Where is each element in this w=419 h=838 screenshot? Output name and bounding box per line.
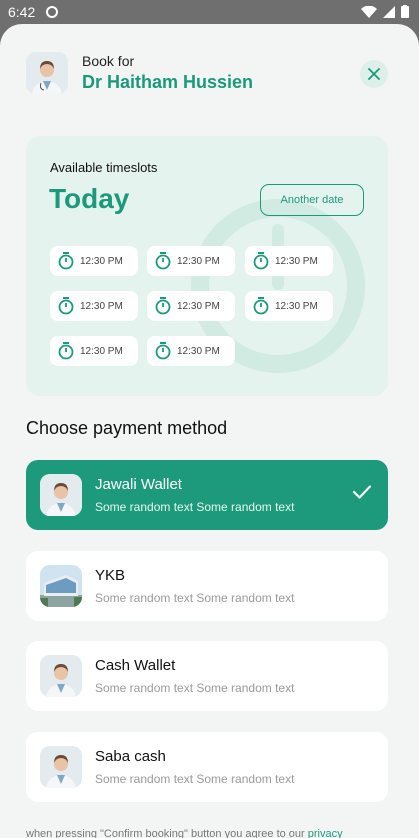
timer-icon bbox=[58, 342, 74, 360]
wifi-icon bbox=[361, 5, 377, 18]
close-button[interactable] bbox=[360, 60, 388, 88]
timeslot-label: 12:30 PM bbox=[80, 300, 123, 312]
payment-option-cash-wallet[interactable]: Cash Wallet Some random text Some random… bbox=[26, 641, 388, 711]
payment-option-name: Saba cash bbox=[95, 748, 166, 765]
timer-icon bbox=[253, 252, 269, 270]
status-time: 6:42 bbox=[8, 4, 36, 20]
another-date-button[interactable]: Another date bbox=[260, 184, 364, 216]
timer-icon bbox=[58, 252, 74, 270]
payment-option-description: Some random text Some random text bbox=[95, 591, 295, 605]
payment-option-name: YKB bbox=[95, 567, 126, 584]
timeslot[interactable]: 12:30 PM bbox=[50, 291, 138, 321]
timeslot-label: 12:30 PM bbox=[80, 345, 123, 357]
timeslot-label: 12:30 PM bbox=[177, 345, 220, 357]
timeslot[interactable]: 12:30 PM bbox=[245, 291, 333, 321]
timer-icon bbox=[155, 297, 171, 315]
timeslot-label: 12:30 PM bbox=[177, 300, 220, 312]
battery-icon bbox=[401, 5, 409, 18]
terms-notice: when pressing "Confirm booking" button y… bbox=[26, 828, 388, 838]
terms-notice-text: when pressing "Confirm booking" button y… bbox=[26, 828, 305, 838]
timeslots-title: Available timeslots bbox=[50, 160, 158, 175]
timeslot[interactable]: 12:30 PM bbox=[245, 246, 333, 276]
status-icons bbox=[361, 5, 409, 18]
booking-sheet: Book for Dr Haitham Hussien Available ti… bbox=[0, 24, 419, 838]
payment-option-name: Cash Wallet bbox=[95, 657, 176, 674]
timeslot[interactable]: 12:30 PM bbox=[147, 336, 235, 366]
payment-avatar bbox=[40, 474, 82, 516]
timer-icon bbox=[155, 252, 171, 270]
timeslot[interactable]: 12:30 PM bbox=[147, 246, 235, 276]
payment-option-description: Some random text Some random text bbox=[95, 772, 295, 786]
payment-option-ykb[interactable]: YKB Some random text Some random text bbox=[26, 551, 388, 621]
selected-day: Today bbox=[49, 183, 130, 214]
timeslot[interactable]: 12:30 PM bbox=[50, 336, 138, 366]
timeslot-label: 12:30 PM bbox=[177, 255, 220, 267]
payment-option-description: Some random text Some random text bbox=[95, 681, 295, 695]
timer-icon bbox=[58, 297, 74, 315]
payment-option-name: Jawali Wallet bbox=[95, 476, 182, 493]
privacy-link[interactable]: privacy bbox=[308, 828, 343, 838]
timer-icon bbox=[155, 342, 171, 360]
signal-icon bbox=[383, 5, 395, 18]
status-bar: 6:42 bbox=[0, 0, 419, 24]
timeslot-label: 12:30 PM bbox=[80, 255, 123, 267]
timeslot-label: 12:30 PM bbox=[275, 300, 318, 312]
check-icon bbox=[352, 485, 372, 499]
payment-option-description: Some random text Some random text bbox=[95, 500, 295, 514]
payment-avatar bbox=[40, 655, 82, 697]
timeslot-label: 12:30 PM bbox=[275, 255, 318, 267]
timer-icon bbox=[253, 297, 269, 315]
timeslot[interactable]: 12:30 PM bbox=[50, 246, 138, 276]
notification-icon bbox=[46, 6, 58, 18]
bank-building-image bbox=[40, 565, 82, 607]
timeslot[interactable]: 12:30 PM bbox=[147, 291, 235, 321]
payment-option-jawali-wallet[interactable]: Jawali Wallet Some random text Some rand… bbox=[26, 460, 388, 530]
doctor-avatar bbox=[26, 52, 68, 94]
payment-option-saba-cash[interactable]: Saba cash Some random text Some random t… bbox=[26, 732, 388, 802]
close-icon bbox=[368, 68, 380, 80]
payment-section-title: Choose payment method bbox=[26, 418, 228, 438]
doctor-name: Dr Haitham Hussien bbox=[82, 72, 254, 92]
timeslots-card: Available timeslots Today Another date 1… bbox=[26, 136, 388, 396]
book-for-label: Book for bbox=[82, 53, 135, 69]
payment-avatar bbox=[40, 746, 82, 788]
